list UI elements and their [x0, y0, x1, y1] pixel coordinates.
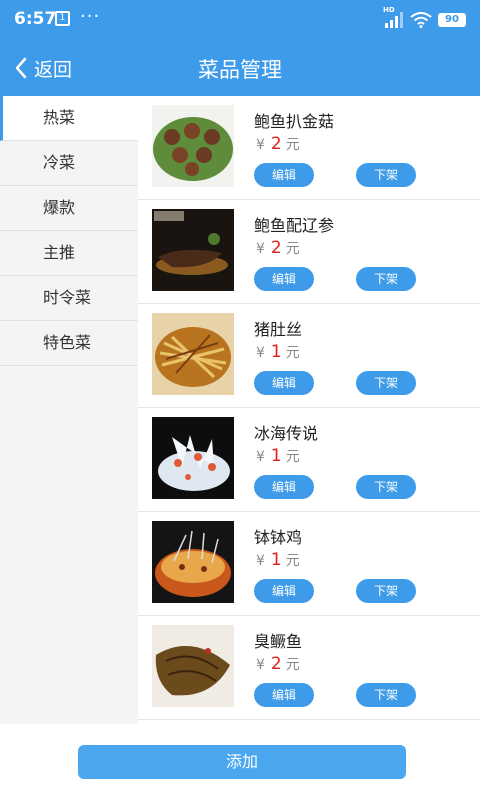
dish-photo	[152, 625, 234, 707]
currency-symbol: ¥	[256, 345, 265, 361]
dish-list: 鲍鱼扒金菇 ¥2 元 编辑 下架 鲍鱼配辽参 ¥2 元 编辑 下架 猪肚丝 ¥ …	[138, 96, 480, 724]
dish-photo	[152, 209, 234, 291]
category-item-bestsellers[interactable]: 爆款	[0, 186, 138, 231]
price-value: 1	[270, 342, 282, 362]
price-value: 2	[270, 134, 282, 154]
price-unit: 元	[285, 553, 300, 569]
delist-button[interactable]: 下架	[356, 371, 416, 395]
footer-bar: 添加	[0, 724, 480, 800]
dish-price: ¥1 元	[256, 550, 300, 570]
dish-photo	[152, 417, 234, 499]
edit-button[interactable]: 编辑	[254, 371, 314, 395]
price-value: 2	[270, 238, 282, 258]
dish-name: 钵钵鸡	[254, 528, 303, 547]
dish-name: 冰海传说	[254, 424, 319, 443]
dish-price: ¥2 元	[256, 654, 300, 674]
delist-button[interactable]: 下架	[356, 475, 416, 499]
signal-icon	[385, 12, 403, 28]
dish-row: 鲍鱼配辽参 ¥2 元 编辑 下架	[138, 200, 480, 304]
edit-button[interactable]: 编辑	[254, 683, 314, 707]
price-value: 1	[270, 446, 282, 466]
dish-name: 鲍鱼扒金菇	[254, 112, 335, 131]
dish-name: 猪肚丝	[254, 320, 303, 339]
dish-name: 鲍鱼配辽参	[254, 216, 335, 235]
price-unit: 元	[285, 241, 300, 257]
dish-name: 臭鳜鱼	[254, 632, 303, 651]
price-unit: 元	[285, 449, 300, 465]
page-title: 菜品管理	[198, 58, 282, 82]
category-item-cold-dishes[interactable]: 冷菜	[0, 141, 138, 186]
category-item-hot-dishes[interactable]: 热菜	[0, 96, 138, 141]
price-unit: 元	[285, 345, 300, 361]
dish-price: ¥1 元	[256, 342, 300, 362]
status-bar: 6:57 1 ··· HD 90	[0, 0, 480, 40]
delist-button[interactable]: 下架	[356, 163, 416, 187]
dish-photo	[152, 521, 234, 603]
dish-row: 冰海传说 ¥1 元 编辑 下架	[138, 408, 480, 512]
price-unit: 元	[285, 137, 300, 153]
category-item-specialty[interactable]: 特色菜	[0, 321, 138, 366]
dish-row: 猪肚丝 ¥1 元 编辑 下架	[138, 304, 480, 408]
currency-symbol: ¥	[256, 657, 265, 673]
price-value: 1	[270, 550, 282, 570]
delist-button[interactable]: 下架	[356, 579, 416, 603]
currency-symbol: ¥	[256, 241, 265, 257]
dish-photo	[152, 313, 234, 395]
category-item-featured[interactable]: 主推	[0, 231, 138, 276]
category-sidebar: 热菜 冷菜 爆款 主推 时令菜 特色菜	[0, 96, 138, 724]
wifi-icon	[410, 12, 432, 28]
battery-icon: 90	[438, 13, 466, 27]
currency-symbol: ¥	[256, 553, 265, 569]
more-notifications-icon: ···	[80, 6, 101, 27]
edit-button[interactable]: 编辑	[254, 267, 314, 291]
currency-symbol: ¥	[256, 449, 265, 465]
dish-price: ¥2 元	[256, 238, 300, 258]
dish-photo	[152, 105, 234, 187]
status-time: 6:57	[14, 9, 57, 29]
dish-price: ¥2 元	[256, 134, 300, 154]
dish-price: ¥1 元	[256, 446, 300, 466]
dish-row: 钵钵鸡 ¥1 元 编辑 下架	[138, 512, 480, 616]
price-unit: 元	[285, 657, 300, 673]
delist-button[interactable]: 下架	[356, 267, 416, 291]
dish-row: 臭鳜鱼 ¥2 元 编辑 下架	[138, 616, 480, 720]
category-item-seasonal[interactable]: 时令菜	[0, 276, 138, 321]
currency-symbol: ¥	[256, 137, 265, 153]
edit-button[interactable]: 编辑	[254, 579, 314, 603]
dish-row: 鲍鱼扒金菇 ¥2 元 编辑 下架	[138, 96, 480, 200]
edit-button[interactable]: 编辑	[254, 475, 314, 499]
price-value: 2	[270, 654, 282, 674]
delist-button[interactable]: 下架	[356, 683, 416, 707]
edit-button[interactable]: 编辑	[254, 163, 314, 187]
app-header: 返回 菜品管理	[0, 40, 480, 96]
add-dish-button[interactable]: 添加	[78, 745, 406, 779]
calendar-icon: 1	[55, 11, 70, 26]
